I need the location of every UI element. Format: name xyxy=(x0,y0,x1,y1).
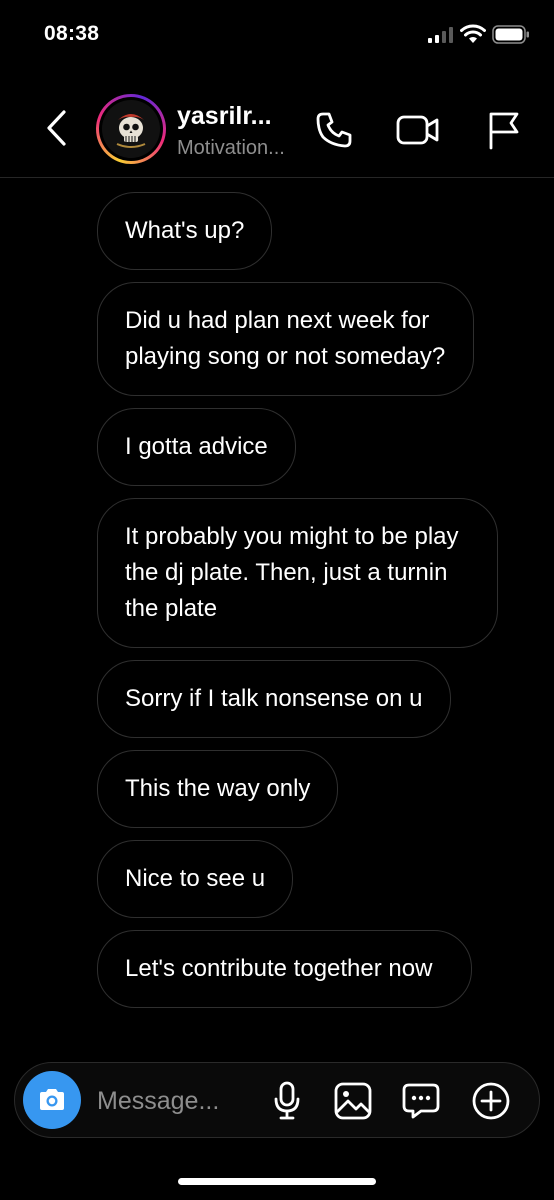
message-list: What's up? Did u had plan next week for … xyxy=(97,192,517,1020)
voice-message-button[interactable] xyxy=(265,1079,309,1123)
more-options-button[interactable] xyxy=(469,1079,513,1123)
battery-icon xyxy=(492,25,529,44)
back-icon xyxy=(47,110,66,146)
message-bubble[interactable]: I gotta advice xyxy=(97,408,296,486)
camera-icon xyxy=(40,1089,64,1110)
avatar xyxy=(102,100,160,158)
back-button[interactable] xyxy=(36,106,76,150)
message-bubble[interactable]: What's up? xyxy=(97,192,273,270)
phone-icon xyxy=(316,112,352,148)
chat-title[interactable]: yasrilr... Motivation... xyxy=(177,102,307,160)
sticker-icon xyxy=(402,1083,440,1119)
username: yasrilr... xyxy=(177,102,272,130)
message-input[interactable] xyxy=(97,1083,257,1119)
message-bubble[interactable]: It probably you might to be play the dj … xyxy=(97,498,498,648)
chat-header: yasrilr... Motivation... xyxy=(0,80,554,178)
flag-icon xyxy=(489,112,519,150)
profile-avatar[interactable] xyxy=(96,94,166,164)
gallery-icon xyxy=(334,1082,372,1120)
message-bubble[interactable]: This the way only xyxy=(97,750,339,828)
status-bar: 08:38 xyxy=(0,0,554,70)
audio-call-button[interactable] xyxy=(312,110,356,150)
message-bubble[interactable]: Let's contribute together now xyxy=(97,930,472,1008)
skull-avatar-icon xyxy=(116,114,146,148)
sticker-button[interactable] xyxy=(399,1079,443,1123)
home-indicator[interactable] xyxy=(178,1178,376,1185)
video-icon xyxy=(396,115,439,145)
message-bubble[interactable]: Nice to see u xyxy=(97,840,294,918)
mic-icon xyxy=(274,1081,300,1120)
signal-icon xyxy=(428,27,453,43)
plus-icon xyxy=(472,1082,510,1120)
user-subtitle: Motivation... xyxy=(177,137,285,159)
message-composer xyxy=(14,1062,540,1138)
video-call-button[interactable] xyxy=(396,110,440,150)
message-bubble[interactable]: Sorry if I talk nonsense on u xyxy=(97,660,451,738)
status-time: 08:38 xyxy=(44,22,100,45)
wifi-icon xyxy=(460,24,486,43)
message-bubble[interactable]: Did u had plan next week for playing son… xyxy=(97,282,474,396)
report-button[interactable] xyxy=(482,110,526,150)
camera-button[interactable] xyxy=(23,1071,81,1129)
gallery-button[interactable] xyxy=(331,1079,375,1123)
